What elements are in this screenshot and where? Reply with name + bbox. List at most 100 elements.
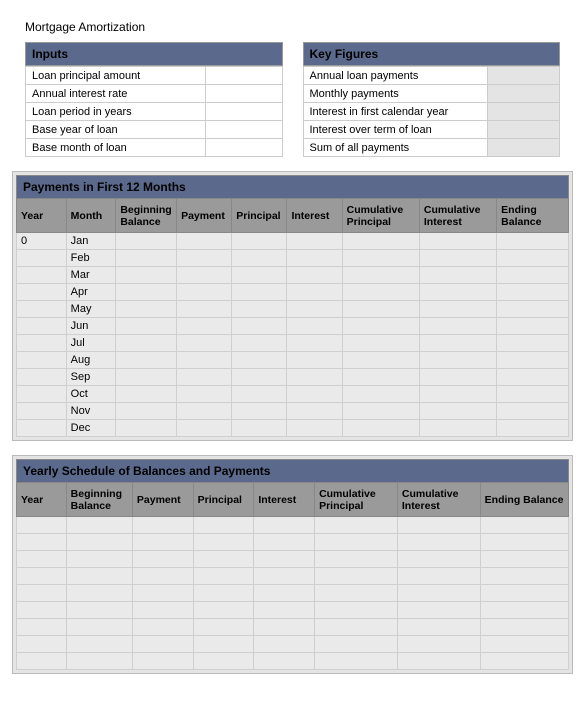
yearly-cell <box>397 551 480 568</box>
keyfig-row: Monthly payments <box>303 85 560 103</box>
monthly-cell <box>232 267 287 284</box>
monthly-cell <box>342 386 419 403</box>
monthly-cell <box>497 301 569 318</box>
monthly-year-cell <box>17 318 67 335</box>
monthly-cell <box>342 420 419 437</box>
yearly-cell <box>480 602 568 619</box>
yearly-cell <box>66 619 132 636</box>
yearly-cell <box>193 636 254 653</box>
yearly-cell <box>193 619 254 636</box>
yearly-cell <box>254 551 315 568</box>
yearly-cell <box>397 534 480 551</box>
yearly-cell <box>397 602 480 619</box>
monthly-cell <box>116 369 177 386</box>
monthly-year-cell <box>17 352 67 369</box>
monthly-cell <box>342 318 419 335</box>
monthly-cell <box>287 335 342 352</box>
monthly-cell <box>177 386 232 403</box>
monthly-cell <box>232 233 287 250</box>
monthly-cell <box>232 301 287 318</box>
monthly-cell <box>116 403 177 420</box>
keyfig-row: Interest in first calendar year <box>303 103 560 121</box>
yearly-cell <box>17 534 67 551</box>
monthly-cell <box>116 352 177 369</box>
monthly-row: 0Jan <box>17 233 569 250</box>
yearly-cell <box>132 653 193 670</box>
monthly-cell <box>497 352 569 369</box>
inputs-value[interactable] <box>205 139 282 157</box>
yearly-cell <box>315 585 398 602</box>
inputs-value[interactable] <box>205 67 282 85</box>
yearly-cell <box>315 568 398 585</box>
yearly-cell <box>17 602 67 619</box>
monthly-cell <box>342 301 419 318</box>
yearly-cell <box>397 653 480 670</box>
yearly-cell <box>132 534 193 551</box>
yearly-cell <box>254 636 315 653</box>
monthly-year-cell <box>17 386 67 403</box>
yearly-cell <box>397 619 480 636</box>
inputs-value[interactable] <box>205 103 282 121</box>
yearly-cell <box>254 619 315 636</box>
monthly-cell <box>177 233 232 250</box>
keyfig-value <box>488 121 560 139</box>
monthly-cell <box>232 284 287 301</box>
monthly-year-cell <box>17 420 67 437</box>
monthly-month-cell: Apr <box>66 284 116 301</box>
monthly-cell <box>177 403 232 420</box>
yearly-cell <box>480 585 568 602</box>
yearly-row <box>17 653 569 670</box>
monthly-cell <box>419 403 496 420</box>
yearly-cell <box>315 602 398 619</box>
yearly-cell <box>480 568 568 585</box>
yearly-col-header: Beginning Balance <box>66 483 132 517</box>
monthly-row: Sep <box>17 369 569 386</box>
monthly-cell <box>497 318 569 335</box>
monthly-month-cell: Feb <box>66 250 116 267</box>
monthly-cell <box>232 369 287 386</box>
yearly-cell <box>66 534 132 551</box>
monthly-cell <box>116 420 177 437</box>
yearly-col-header: Interest <box>254 483 315 517</box>
keyfig-value <box>488 139 560 157</box>
monthly-cell <box>116 284 177 301</box>
yearly-section: Yearly Schedule of Balances and Payments… <box>12 455 573 674</box>
monthly-col-header: Cumulative Interest <box>419 199 496 233</box>
monthly-cell <box>287 318 342 335</box>
yearly-row <box>17 568 569 585</box>
yearly-cell <box>17 551 67 568</box>
inputs-row: Base month of loan <box>26 139 283 157</box>
yearly-cell <box>132 636 193 653</box>
yearly-cell <box>193 517 254 534</box>
yearly-cell <box>17 568 67 585</box>
inputs-value[interactable] <box>205 85 282 103</box>
yearly-cell <box>254 602 315 619</box>
inputs-row: Loan principal amount <box>26 67 283 85</box>
yearly-cell <box>132 568 193 585</box>
inputs-table: Loan principal amountAnnual interest rat… <box>25 66 283 157</box>
yearly-cell <box>254 568 315 585</box>
monthly-row: Dec <box>17 420 569 437</box>
yearly-cell <box>66 585 132 602</box>
yearly-cell <box>66 602 132 619</box>
yearly-cell <box>66 568 132 585</box>
inputs-label: Loan principal amount <box>26 67 206 85</box>
yearly-cell <box>315 636 398 653</box>
yearly-cell <box>193 551 254 568</box>
monthly-cell <box>287 420 342 437</box>
yearly-cell <box>480 517 568 534</box>
yearly-row <box>17 585 569 602</box>
yearly-row <box>17 602 569 619</box>
yearly-cell <box>66 551 132 568</box>
monthly-cell <box>116 318 177 335</box>
inputs-value[interactable] <box>205 121 282 139</box>
monthly-month-cell: Oct <box>66 386 116 403</box>
yearly-cell <box>315 551 398 568</box>
monthly-month-cell: Nov <box>66 403 116 420</box>
monthly-row: Apr <box>17 284 569 301</box>
keyfig-label: Interest in first calendar year <box>303 103 488 121</box>
monthly-cell <box>419 420 496 437</box>
keyfig-label: Sum of all payments <box>303 139 488 157</box>
monthly-cell <box>177 318 232 335</box>
monthly-month-cell: Mar <box>66 267 116 284</box>
